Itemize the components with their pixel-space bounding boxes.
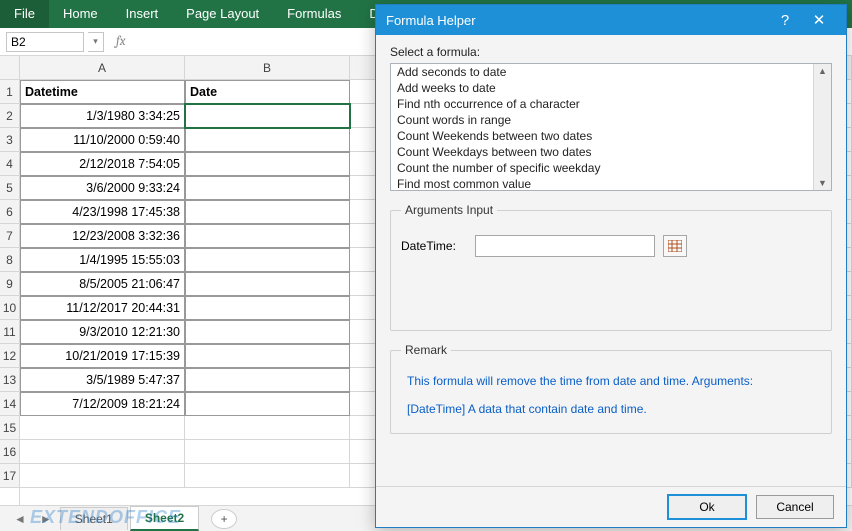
arguments-legend: Arguments Input (401, 203, 497, 217)
datetime-arg-label: DateTime: (401, 239, 467, 253)
watermark: EXTENDOFFICE (30, 507, 181, 528)
row-header[interactable]: 6 (0, 200, 19, 224)
range-picker-button[interactable] (663, 235, 687, 257)
col-header-a[interactable]: A (20, 56, 185, 80)
cell[interactable] (20, 416, 185, 440)
cell[interactable]: 9/3/2010 12:21:30 (20, 320, 185, 344)
formula-helper-dialog: Formula Helper ? ✕ Select a formula: Add… (375, 4, 847, 528)
remark-line: This formula will remove the time from d… (401, 367, 821, 395)
cell[interactable] (185, 416, 350, 440)
cell[interactable] (185, 392, 350, 416)
list-item[interactable]: Count Weekdays between two dates (391, 144, 831, 160)
arguments-fieldset: Arguments Input DateTime: (390, 203, 832, 331)
cell[interactable]: 8/5/2005 21:06:47 (20, 272, 185, 296)
ribbon-tab-file[interactable]: File (0, 0, 49, 28)
row-header[interactable]: 1 (0, 80, 19, 104)
cell[interactable]: 7/12/2009 18:21:24 (20, 392, 185, 416)
cell[interactable]: 1/4/1995 15:55:03 (20, 248, 185, 272)
cell[interactable]: Datetime (20, 80, 185, 104)
ribbon-tab-insert[interactable]: Insert (112, 0, 173, 28)
name-box-dropdown[interactable]: ▾ (88, 32, 104, 52)
row-header[interactable]: 2 (0, 104, 19, 128)
row-header[interactable]: 15 (0, 416, 19, 440)
sheet-nav-prev-icon[interactable]: ◄ (8, 512, 32, 526)
row-header[interactable]: 16 (0, 440, 19, 464)
row-header[interactable]: 5 (0, 176, 19, 200)
row-header[interactable]: 8 (0, 248, 19, 272)
cell[interactable] (185, 464, 350, 488)
remark-fieldset: Remark This formula will remove the time… (390, 343, 832, 434)
row-header[interactable]: 3 (0, 128, 19, 152)
dialog-close-button[interactable]: ✕ (802, 11, 836, 29)
list-item[interactable]: Find nth occurrence of a character (391, 96, 831, 112)
row-header[interactable]: 11 (0, 320, 19, 344)
row-header[interactable]: 14 (0, 392, 19, 416)
cell[interactable]: 3/5/1989 5:47:37 (20, 368, 185, 392)
sheet-tab-add[interactable]: + (211, 509, 237, 529)
cell[interactable]: 4/23/1998 17:45:38 (20, 200, 185, 224)
ribbon-tab-formulas[interactable]: Formulas (273, 0, 355, 28)
row-header[interactable]: 4 (0, 152, 19, 176)
cell[interactable] (20, 464, 185, 488)
cell[interactable] (185, 128, 350, 152)
list-item[interactable]: Count Weekends between two dates (391, 128, 831, 144)
row-header[interactable]: 10 (0, 296, 19, 320)
cell[interactable] (185, 176, 350, 200)
ribbon-tab-page-layout[interactable]: Page Layout (172, 0, 273, 28)
cell[interactable] (185, 440, 350, 464)
cell-selected[interactable] (185, 104, 350, 128)
row-header[interactable]: 12 (0, 344, 19, 368)
cell[interactable] (185, 152, 350, 176)
list-item[interactable]: Count the number of specific weekday (391, 160, 831, 176)
cell[interactable]: 11/12/2017 20:44:31 (20, 296, 185, 320)
list-item[interactable]: Add seconds to date (391, 64, 831, 80)
cell[interactable] (185, 368, 350, 392)
cell[interactable]: 12/23/2008 3:32:36 (20, 224, 185, 248)
remark-line: [DateTime] A data that contain date and … (401, 395, 821, 423)
cell[interactable] (185, 248, 350, 272)
cell[interactable] (185, 296, 350, 320)
cell[interactable] (185, 200, 350, 224)
cell[interactable] (185, 344, 350, 368)
cell[interactable]: 10/21/2019 17:15:39 (20, 344, 185, 368)
ribbon-tab-home[interactable]: Home (49, 0, 112, 28)
col-header-b[interactable]: B (185, 56, 350, 80)
cell[interactable]: Date (185, 80, 350, 104)
row-header[interactable]: 7 (0, 224, 19, 248)
row-header[interactable]: 9 (0, 272, 19, 296)
listbox-scrollbar[interactable]: ▲ ▼ (813, 64, 831, 190)
cell[interactable] (20, 440, 185, 464)
cell[interactable]: 1/3/1980 3:34:25 (20, 104, 185, 128)
cell[interactable] (185, 272, 350, 296)
remark-legend: Remark (401, 343, 451, 357)
cancel-button[interactable]: Cancel (756, 495, 834, 519)
fx-label[interactable]: fx (116, 34, 126, 49)
dialog-help-button[interactable]: ? (768, 12, 802, 29)
name-box[interactable] (6, 32, 84, 52)
dialog-titlebar[interactable]: Formula Helper ? ✕ (376, 5, 846, 35)
grid-icon (668, 240, 682, 252)
list-item[interactable]: Find most common value (391, 176, 831, 191)
scroll-up-icon[interactable]: ▲ (818, 66, 827, 76)
list-item[interactable]: Add weeks to date (391, 80, 831, 96)
formula-listbox[interactable]: Add seconds to date Add weeks to date Fi… (390, 63, 832, 191)
dialog-title: Formula Helper (386, 13, 476, 28)
ok-button[interactable]: Ok (668, 495, 746, 519)
cell[interactable]: 3/6/2000 9:33:24 (20, 176, 185, 200)
scroll-down-icon[interactable]: ▼ (818, 178, 827, 188)
row-headers: 1 2 3 4 5 6 7 8 9 10 11 12 13 14 15 16 1… (0, 56, 20, 505)
select-all-corner[interactable] (0, 56, 19, 80)
select-formula-label: Select a formula: (390, 45, 832, 59)
list-item[interactable]: Count words in range (391, 112, 831, 128)
dialog-footer: Ok Cancel (376, 486, 846, 527)
cell[interactable] (185, 320, 350, 344)
row-header[interactable]: 13 (0, 368, 19, 392)
row-header[interactable]: 17 (0, 464, 19, 488)
datetime-arg-input[interactable] (475, 235, 655, 257)
cell[interactable] (185, 224, 350, 248)
cell[interactable]: 2/12/2018 7:54:05 (20, 152, 185, 176)
cell[interactable]: 11/10/2000 0:59:40 (20, 128, 185, 152)
